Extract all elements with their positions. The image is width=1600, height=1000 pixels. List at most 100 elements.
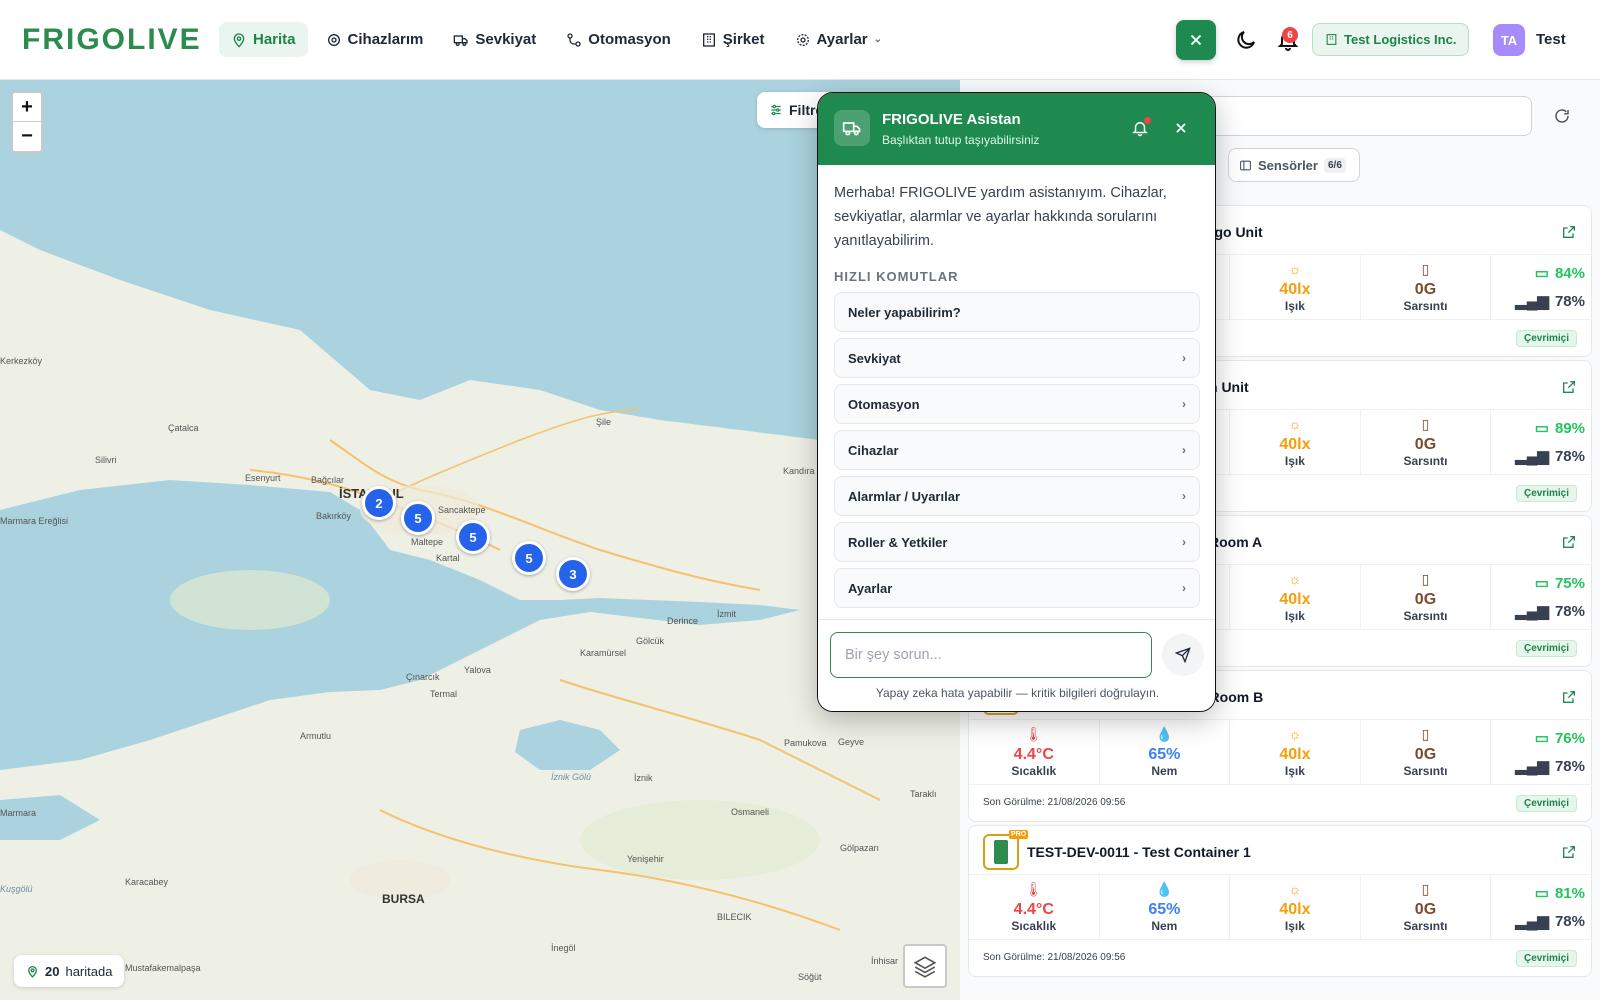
last-seen: Son Görülme: 21/08/2026 09:56 (983, 952, 1126, 963)
map-cluster[interactable]: 5 (456, 520, 490, 554)
map-label: Söğüt (798, 972, 822, 982)
signal-icon: ▂▄▆ (1515, 293, 1549, 310)
map-cluster[interactable]: 3 (556, 557, 590, 591)
top-bar: FRIGOLIVE Harita Cihazlarım Sevkiyat Oto… (0, 0, 1600, 80)
droplet-icon: 💧 (1155, 726, 1174, 742)
device-search-input[interactable] (1180, 96, 1532, 136)
quick-command[interactable]: Otomasyon › (834, 384, 1200, 424)
nav-item-harita[interactable]: Harita (219, 22, 308, 57)
battery-value: 89% (1554, 419, 1585, 437)
battery-value: 75% (1554, 574, 1585, 592)
external-link-icon[interactable] (1561, 844, 1577, 860)
chevron-right-icon: › (1182, 443, 1186, 457)
temp-label: Sıcaklık (1011, 919, 1057, 933)
count-value: 20 (45, 963, 60, 979)
battery-icon: ▭ (1534, 420, 1549, 437)
nav-item-sirket[interactable]: Şirket (689, 22, 777, 57)
map-label: BILECIK (717, 912, 752, 922)
map-device-count: 20 haritada (14, 955, 125, 987)
light-metric: ☼ 40lx Işık (1230, 255, 1361, 319)
map-label: Çatalca (168, 423, 199, 433)
map-label: Termal (430, 689, 457, 699)
moon-icon[interactable] (1234, 28, 1258, 52)
chat-input[interactable] (830, 632, 1152, 678)
nav-item-ayarlar[interactable]: Ayarlar ⌄ (783, 22, 895, 57)
status-badge: Çevrimiçi (1515, 640, 1577, 657)
send-button[interactable] (1162, 634, 1204, 676)
device-metrics: 🌡 4.4°C Sıcaklık 💧 65% Nem ☼ 40lx Işık ▯ 0G Sars… (969, 874, 1593, 940)
temperature-metric: 🌡 4.4°C Sıcaklık (969, 875, 1100, 939)
layers-button[interactable] (903, 944, 947, 988)
nav-item-cihazlarim[interactable]: Cihazlarım (314, 22, 436, 57)
temp-value: 4.4°C (1013, 746, 1054, 763)
status-badge: Çevrimiçi (1515, 795, 1577, 812)
battery-value: 84% (1554, 264, 1585, 282)
close-icon[interactable] (1174, 121, 1188, 135)
vibration-value: 0G (1414, 746, 1437, 763)
device-title: Room A (1209, 534, 1263, 550)
quick-command-label: Sevkiyat (848, 350, 901, 366)
chevron-down-icon: ⌄ (873, 34, 883, 45)
quick-command[interactable]: Ayarlar › (834, 568, 1200, 608)
pro-badge: PRO (1009, 830, 1029, 839)
device-card[interactable]: PRO TEST-DEV-0011 - Test Container 1 🌡 4.… (968, 825, 1593, 977)
battery-icon: ▭ (1534, 885, 1549, 902)
quick-command[interactable]: Neler yapabilirim? (834, 292, 1200, 332)
thermometer-icon: 🌡 (1024, 881, 1043, 897)
map-label: Kuşgölü (0, 884, 33, 894)
battery-icon: ▭ (1534, 265, 1549, 282)
sensors-filter-button[interactable]: Sensörler 6/6 (1228, 148, 1360, 182)
battery-icon: ▭ (1534, 575, 1549, 592)
chat-header[interactable]: FRIGOLIVE Asistan Başlıktan tutup taşıya… (818, 93, 1215, 165)
quick-command[interactable]: Alarmlar / Uyarılar › (834, 476, 1200, 516)
quick-command-label: Cihazlar (848, 442, 899, 458)
nav-item-otomasyon[interactable]: Otomasyon (554, 22, 683, 57)
battery-icon: ▭ (1534, 730, 1549, 747)
map-label: Derince (667, 616, 698, 626)
device-title: rgo Unit (1209, 224, 1263, 240)
quick-command[interactable]: Roller & Yetkiler › (834, 522, 1200, 562)
humidity-label: Nem (1151, 919, 1178, 933)
map-label: Esenyurt (245, 473, 281, 483)
status-badge: Çevrimiçi (1515, 330, 1577, 347)
quick-command-label: Otomasyon (848, 396, 920, 412)
signal-value: 78% (1554, 292, 1585, 310)
truck-icon (454, 34, 469, 46)
battery-status: ▭ 76% (1515, 729, 1593, 748)
map-label: Bakırköy (316, 511, 352, 521)
chat-toggle-button[interactable] (1176, 20, 1216, 60)
external-link-icon[interactable] (1561, 534, 1577, 550)
avatar[interactable]: TA (1493, 24, 1525, 56)
external-link-icon[interactable] (1561, 689, 1577, 705)
zoom-out-button[interactable]: − (13, 122, 41, 151)
chevron-right-icon: › (1182, 397, 1186, 411)
refresh-icon[interactable] (1553, 107, 1571, 125)
battery-value: 76% (1554, 729, 1585, 747)
company-switcher[interactable]: Test Logistics Inc. (1312, 23, 1470, 56)
vibration-metric: ▯ 0G Sarsıntı (1361, 255, 1492, 319)
company-name: Test Logistics Inc. (1344, 32, 1457, 47)
map-cluster[interactable]: 5 (512, 541, 546, 575)
quick-command[interactable]: Cihazlar › (834, 430, 1200, 470)
sun-icon: ☼ (1288, 726, 1302, 742)
frigolive-logo[interactable]: FRIGOLIVE (22, 22, 202, 58)
map-cluster[interactable]: 5 (401, 501, 435, 535)
assistant-chat-window: FRIGOLIVE Asistan Başlıktan tutup taşıya… (817, 92, 1216, 712)
map-label: Bağcılar (311, 475, 344, 485)
nav-item-sevkiyat[interactable]: Sevkiyat (441, 22, 548, 57)
vibration-label: Sarsıntı (1403, 764, 1448, 778)
sun-icon: ☼ (1288, 881, 1302, 897)
vibration-metric: ▯ 0G Sarsıntı (1361, 410, 1492, 474)
external-link-icon[interactable] (1561, 224, 1577, 240)
vibration-label: Sarsıntı (1403, 919, 1448, 933)
zoom-in-button[interactable]: + (13, 93, 41, 122)
workflow-icon (567, 32, 581, 47)
map-cluster[interactable]: 2 (362, 486, 396, 520)
external-link-icon[interactable] (1561, 379, 1577, 395)
humidity-label: Nem (1151, 764, 1178, 778)
username[interactable]: Test (1536, 31, 1566, 48)
quick-command[interactable]: Sevkiyat › (834, 338, 1200, 378)
signal-value: 78% (1554, 447, 1585, 465)
chevron-right-icon: › (1182, 351, 1186, 365)
map-label: Şile (596, 417, 611, 427)
